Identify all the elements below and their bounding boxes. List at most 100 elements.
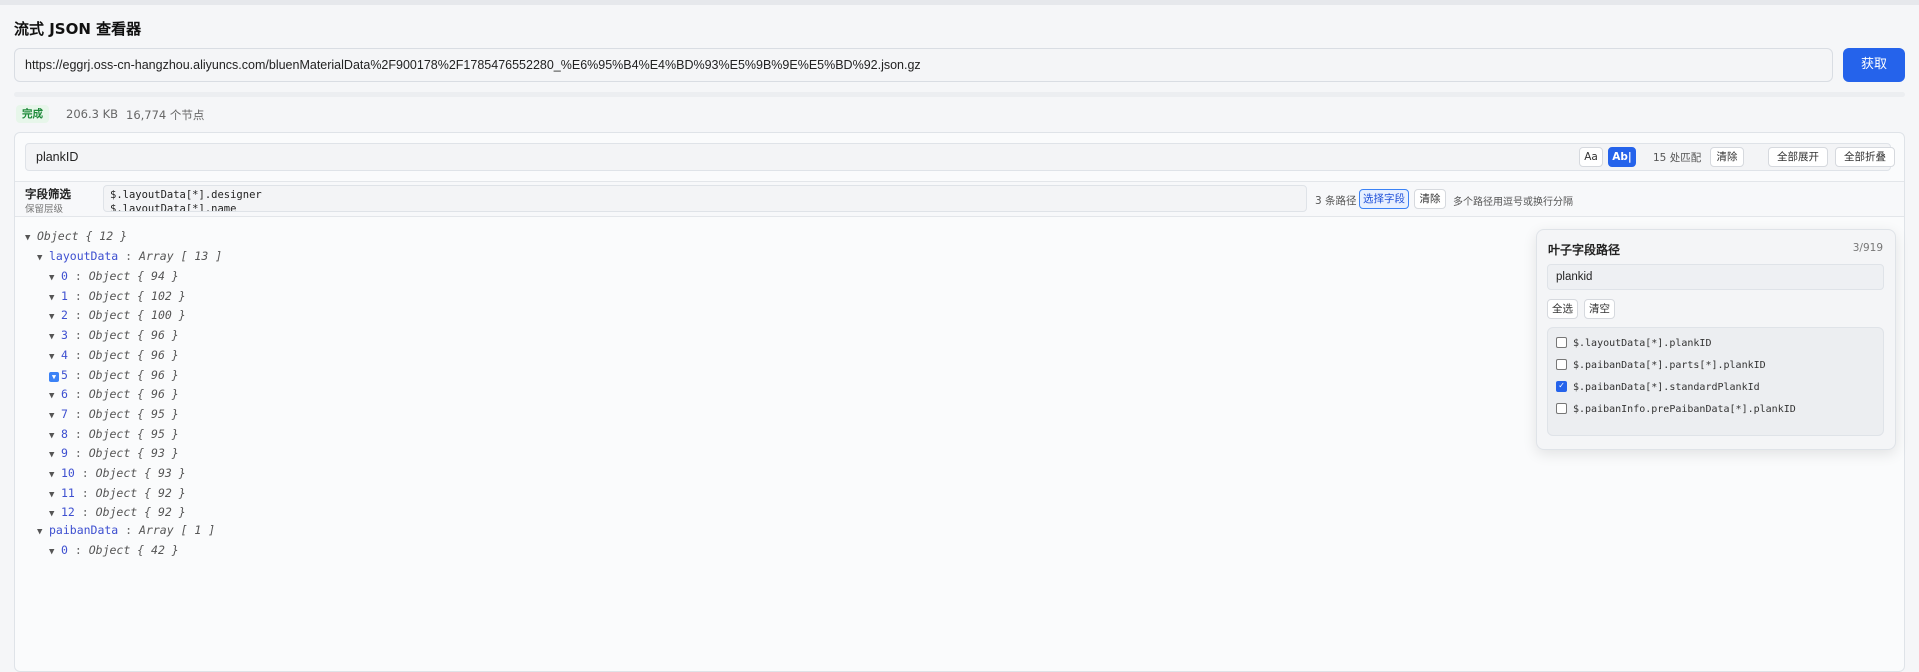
caret-down-icon[interactable]: ▼ xyxy=(49,387,61,405)
tree-node-layout-2[interactable]: ▼ 2 : Object { 100 } xyxy=(49,306,186,324)
caret-down-icon[interactable]: ▼ xyxy=(49,543,61,561)
caret-down-icon[interactable]: ▼ xyxy=(37,523,49,541)
checkbox-icon[interactable] xyxy=(1556,402,1567,414)
caret-down-icon[interactable]: ▼ xyxy=(49,308,61,326)
tree-node-layout-4[interactable]: ▼ 4 : Object { 96 } xyxy=(49,346,179,364)
field-path-line: $.layoutData[*].designer xyxy=(110,189,262,201)
caret-down-icon[interactable]: ▼ xyxy=(49,269,61,287)
caret-down-icon[interactable]: ▼ xyxy=(49,446,61,464)
field-path-textarea[interactable]: $.layoutData[*].designer $.layoutData[*]… xyxy=(103,185,1307,212)
leaf-path-option[interactable]: $.paibanInfo.prePaibanData[*].plankID xyxy=(1556,400,1796,420)
tree-type: Object { 92 } xyxy=(95,505,186,520)
tree-type: Object { 96 } xyxy=(88,328,179,343)
tree-type: Object { 96 } xyxy=(88,367,179,382)
caret-down-icon[interactable]: ▼ xyxy=(25,229,37,247)
caret-down-icon[interactable]: ▼ xyxy=(49,466,61,484)
tree-key: 12 xyxy=(61,505,75,520)
tree-key: 9 xyxy=(61,446,68,461)
filter-hint: 多个路径用逗号或换行分隔 xyxy=(1453,197,1573,208)
whole-word-toggle[interactable]: Ab| xyxy=(1608,147,1636,167)
caret-down-icon[interactable]: ▼ xyxy=(49,407,61,425)
url-input[interactable]: https://eggrj.oss-cn-hangzhou.aliyuncs.c… xyxy=(14,48,1833,82)
caret-down-icon[interactable]: ▼ xyxy=(49,289,61,307)
leaf-path-option[interactable]: ✓ $.paibanData[*].standardPlankId xyxy=(1556,378,1760,398)
tree-root[interactable]: ▼ Object { 12 } xyxy=(25,227,127,245)
page-title: 流式 JSON 查看器 xyxy=(14,20,142,38)
caret-down-icon[interactable]: ▼ xyxy=(49,348,61,366)
caret-down-icon[interactable]: ▼ xyxy=(49,427,61,445)
tree-type: Object { 94 } xyxy=(88,269,179,283)
tree-key: 1 xyxy=(61,288,68,303)
clear-selection-button[interactable]: 清空 xyxy=(1584,299,1615,319)
progress-divider xyxy=(14,92,1905,97)
tree-key: 11 xyxy=(61,485,75,500)
collapse-all-button[interactable]: 全部折叠 xyxy=(1835,147,1895,167)
tree-node-layout-3[interactable]: ▼ 3 : Object { 96 } xyxy=(49,326,179,344)
caret-down-icon[interactable]: ▼ xyxy=(37,249,49,267)
tree-key: 6 xyxy=(61,387,68,402)
tree-node-layoutData[interactable]: ▼ layoutData : Array [ 13 ] xyxy=(37,247,222,265)
status-badge: 完成 xyxy=(16,105,49,123)
tree-type: Object { 95 } xyxy=(88,426,179,441)
tree-node-layout-6[interactable]: ▼ 6 : Object { 96 } xyxy=(49,385,179,403)
tree-node-layout-9[interactable]: ▼ 9 : Object { 93 } xyxy=(49,444,179,462)
search-value: plankID xyxy=(36,150,79,164)
tree-key: 10 xyxy=(61,466,75,480)
tree-key: 0 xyxy=(61,269,68,283)
leaf-path-option[interactable]: $.layoutData[*].plankID xyxy=(1556,334,1711,354)
leaf-path-option[interactable]: $.paibanData[*].parts[*].plankID xyxy=(1556,356,1766,376)
picker-filter-input[interactable]: plankid xyxy=(1547,264,1884,290)
path-count: 3 条路径 xyxy=(1315,195,1357,207)
caret-down-icon[interactable]: ▼ xyxy=(49,328,61,346)
tree-type: Object { 95 } xyxy=(88,406,179,421)
field-filter-title: 字段筛选 xyxy=(25,187,71,201)
select-all-button[interactable]: 全选 xyxy=(1547,299,1578,319)
filter-clear-button[interactable]: 清除 xyxy=(1414,189,1446,209)
checkbox-icon[interactable] xyxy=(1556,358,1567,370)
file-size: 206.3 KB xyxy=(66,107,119,121)
tree-node-layout-12[interactable]: ▼ 12 : Object { 92 } xyxy=(49,503,186,521)
leaf-path-label: $.paibanInfo.prePaibanData[*].plankID xyxy=(1573,404,1796,415)
leaf-path-label: $.layoutData[*].plankID xyxy=(1573,338,1712,349)
field-filter-row: 字段筛选 保留层级 $.layoutData[*].designer $.lay… xyxy=(15,181,1904,217)
picker-title: 叶子字段路径 xyxy=(1548,243,1621,257)
field-path-line: $.layoutData[*].name xyxy=(110,203,237,212)
match-count: 15 处匹配 xyxy=(1653,152,1702,164)
expand-all-button[interactable]: 全部展开 xyxy=(1768,147,1828,167)
tree-key: 2 xyxy=(61,308,68,323)
tree-type: Object { 92 } xyxy=(95,485,186,500)
tree-type: Object { 93 } xyxy=(88,446,179,461)
tree-key: 4 xyxy=(61,347,68,362)
tree-key: 3 xyxy=(61,328,68,343)
caret-down-icon[interactable]: ▼ xyxy=(49,371,59,382)
tree-node-layout-11[interactable]: ▼ 11 : Object { 92 } xyxy=(49,484,186,502)
fetch-button[interactable]: 获取 xyxy=(1843,48,1905,82)
leaf-field-picker: 叶子字段路径 3/919 plankid 全选 清空 $.layoutData[… xyxy=(1536,229,1896,450)
tree-type: Object { 93 } xyxy=(95,466,186,480)
tree-node-layout-5[interactable]: ▼ 5 : Object { 96 } xyxy=(49,366,179,384)
caret-down-icon[interactable]: ▼ xyxy=(49,486,61,504)
tree-node-layout-0[interactable]: ▼ 0 : Object { 94 } xyxy=(49,267,179,285)
leaf-path-list: $.layoutData[*].plankID $.paibanData[*].p… xyxy=(1547,327,1884,436)
tree-node-paiban-0[interactable]: ▼ 0 : Object { 42 } xyxy=(49,541,179,559)
tree-type: Object { 102 } xyxy=(88,288,186,303)
tree-node-paibanData[interactable]: ▼ paibanData : Array [ 1 ] xyxy=(37,521,215,539)
leaf-path-label: $.paibanData[*].standardPlankId xyxy=(1573,382,1760,393)
tree-node-layout-1[interactable]: ▼ 1 : Object { 102 } xyxy=(49,287,186,305)
tree-type: Object { 96 } xyxy=(88,387,179,402)
tree-type: Object { 96 } xyxy=(88,347,179,362)
tree-node-layout-7[interactable]: ▼ 7 : Object { 95 } xyxy=(49,405,179,423)
select-fields-button[interactable]: 选择字段 xyxy=(1359,189,1409,209)
tree-key: 8 xyxy=(61,426,68,441)
tree-type: Object { 100 } xyxy=(88,308,186,323)
checkbox-icon[interactable] xyxy=(1556,336,1567,348)
field-filter-subtitle: 保留层级 xyxy=(25,204,64,215)
leaf-path-label: $.paibanData[*].parts[*].plankID xyxy=(1573,360,1766,371)
checkbox-checked-icon[interactable]: ✓ xyxy=(1556,380,1567,392)
match-case-toggle[interactable]: Aa xyxy=(1579,147,1603,167)
top-strip xyxy=(0,0,1919,5)
tree-node-layout-10[interactable]: ▼ 10 : Object { 93 } xyxy=(49,464,186,482)
search-clear-button[interactable]: 清除 xyxy=(1710,147,1744,167)
node-count: 16,774 个节点 xyxy=(126,108,205,122)
tree-node-layout-8[interactable]: ▼ 8 : Object { 95 } xyxy=(49,425,179,443)
